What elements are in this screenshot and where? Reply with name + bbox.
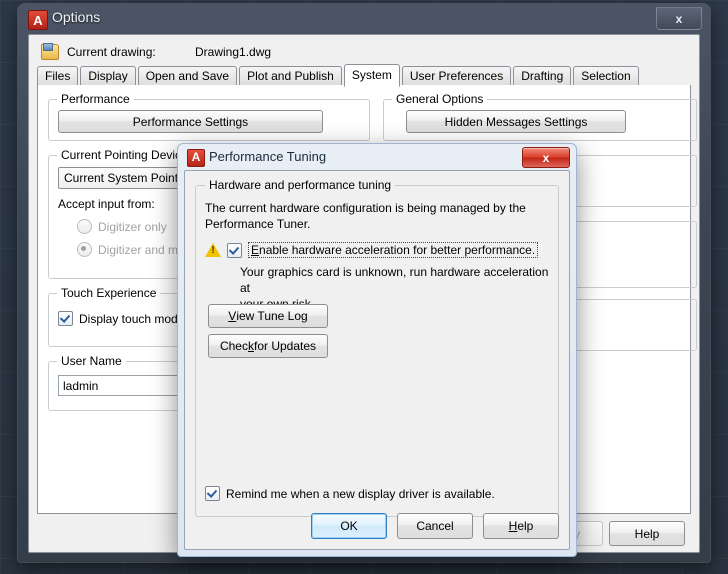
- autocad-a-icon: A: [28, 10, 48, 30]
- enable-acceleration-label-rest: nable hardware acceleration for better p…: [259, 243, 536, 257]
- user-name-group-title: User Name: [57, 354, 126, 368]
- tab-selection[interactable]: Selection: [573, 66, 639, 86]
- window-title: Options: [52, 9, 101, 25]
- performance-group-title: Performance: [57, 92, 134, 106]
- description-line-1: The current hardware configuration is be…: [205, 201, 526, 215]
- radio-icon-digitizer-only[interactable]: [77, 219, 92, 234]
- performance-tuning-dialog: A Performance Tuning x Hardware and perf…: [177, 143, 577, 557]
- accept-input-label: Accept input from:: [58, 197, 155, 211]
- hardware-tuning-group-title: Hardware and performance tuning: [205, 178, 396, 192]
- modal-help-label: elp: [517, 519, 534, 533]
- current-drawing-value: Drawing1.dwg: [195, 45, 272, 59]
- modal-title: Performance Tuning: [209, 149, 327, 164]
- tab-drafting[interactable]: Drafting: [513, 66, 572, 86]
- general-options-group: General Options Hidden Messages Settings: [383, 92, 697, 141]
- modal-body: Hardware and performance tuning The curr…: [184, 170, 570, 550]
- performance-group: Performance Performance Settings: [48, 92, 370, 141]
- tab-display[interactable]: Display: [80, 66, 136, 86]
- modal-help-accel-char: H: [508, 519, 518, 533]
- pointing-device-group-title: Current Pointing Device: [57, 148, 192, 162]
- drawing-file-icon: [41, 43, 59, 60]
- radio-label-digitizer-only: Digitizer only: [98, 219, 167, 234]
- warning-triangle-icon: [205, 243, 221, 257]
- checkbox-icon-touch-mode[interactable]: [58, 311, 73, 326]
- description-line-2: Performance Tuner.: [205, 217, 311, 231]
- autocad-a-icon: A: [187, 149, 205, 167]
- check-for-updates-label-post: for Updates: [253, 339, 317, 353]
- tab-plot-and-publish[interactable]: Plot and Publish: [239, 66, 342, 86]
- current-drawing-row: Current drawing: Drawing1.dwg: [41, 43, 271, 61]
- help-button[interactable]: Help: [609, 521, 685, 546]
- tab-system[interactable]: System: [343, 64, 400, 87]
- checkbox-icon-remind-driver[interactable]: [205, 486, 220, 501]
- view-tune-log-label: iew Tune Log: [236, 309, 308, 323]
- view-tune-log-button[interactable]: View Tune Log: [208, 304, 328, 328]
- general-options-group-title: General Options: [392, 92, 488, 106]
- hardware-tuning-group: Hardware and performance tuning The curr…: [195, 178, 559, 517]
- radio-icon-digitizer-and-mouse[interactable]: [77, 242, 92, 257]
- modal-titlebar: A Performance Tuning x: [178, 144, 576, 170]
- remind-driver-label: Remind me when a new display driver is a…: [226, 486, 495, 501]
- risk-line-1: Your graphics card is unknown, run hardw…: [240, 265, 549, 295]
- options-titlebar: A Options x: [18, 4, 710, 34]
- checkbox-icon-enable-acceleration[interactable]: [227, 242, 242, 258]
- check-for-updates-button[interactable]: Chec k for Updates: [208, 334, 328, 358]
- description-text: The current hardware configuration is be…: [205, 200, 526, 232]
- close-icon[interactable]: x: [522, 147, 570, 168]
- modal-help-button[interactable]: Help: [483, 513, 559, 539]
- enable-acceleration-accel-char: E: [251, 243, 260, 257]
- cancel-button[interactable]: Cancel: [397, 513, 473, 539]
- current-drawing-label: Current drawing:: [67, 45, 156, 59]
- tab-files[interactable]: Files: [37, 66, 79, 86]
- enable-acceleration-row[interactable]: Enable hardware acceleration for better …: [205, 242, 539, 258]
- tab-user-preferences[interactable]: User Preferences: [401, 66, 512, 86]
- modal-button-bar: OK Cancel Help: [311, 513, 559, 539]
- remind-driver-checkbox-row[interactable]: Remind me when a new display driver is a…: [205, 486, 495, 501]
- view-tune-log-accel-char: V: [228, 309, 237, 323]
- touch-experience-group-title: Touch Experience: [57, 286, 161, 300]
- hidden-messages-settings-button[interactable]: Hidden Messages Settings: [406, 110, 626, 133]
- tab-open-and-save[interactable]: Open and Save: [137, 66, 238, 86]
- tab-strip: Files Display Open and Save Plot and Pub…: [37, 64, 691, 106]
- ok-button[interactable]: OK: [311, 513, 387, 539]
- performance-settings-button[interactable]: Performance Settings: [58, 110, 323, 133]
- close-icon[interactable]: x: [656, 7, 702, 30]
- enable-acceleration-label: Enable hardware acceleration for better …: [248, 242, 539, 258]
- radio-digitizer-only[interactable]: Digitizer only: [77, 219, 167, 234]
- check-for-updates-label-pre: Chec: [219, 339, 248, 353]
